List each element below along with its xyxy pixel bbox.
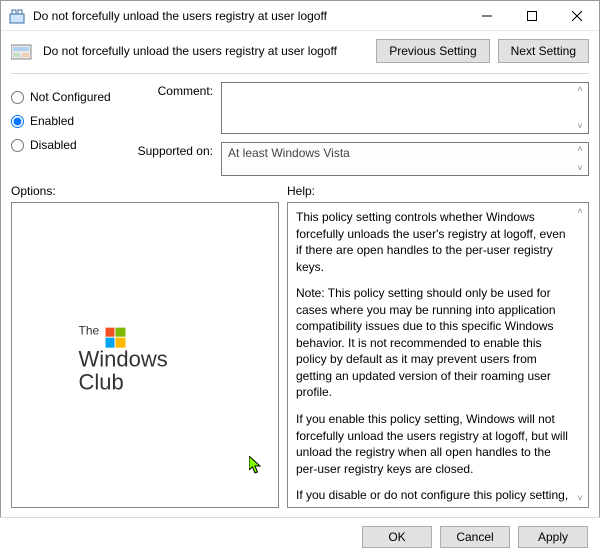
- radio-disabled-label: Disabled: [30, 138, 77, 152]
- help-box: This policy setting controls whether Win…: [287, 202, 589, 508]
- watermark-logo: The Windows Club: [79, 317, 212, 394]
- apply-button[interactable]: Apply: [518, 526, 588, 548]
- comment-scroll[interactable]: ˄˅: [574, 85, 586, 131]
- supported-scroll[interactable]: ˄˅: [574, 145, 586, 173]
- header-row: Do not forcefully unload the users regis…: [1, 31, 599, 73]
- window-title: Do not forcefully unload the users regis…: [33, 9, 464, 23]
- cursor-icon: [249, 456, 263, 479]
- logo-line2: Windows Club: [79, 347, 212, 393]
- next-setting-button[interactable]: Next Setting: [498, 39, 589, 63]
- options-box: The Windows Club: [11, 202, 279, 508]
- radio-enabled-input[interactable]: [11, 115, 24, 128]
- help-p3: If you enable this policy setting, Windo…: [296, 411, 570, 477]
- chevron-up-icon: ˄: [574, 85, 586, 94]
- radio-enabled[interactable]: Enabled: [11, 114, 133, 128]
- supported-value: At least Windows Vista: [228, 146, 350, 160]
- radio-not-configured-input[interactable]: [11, 91, 24, 104]
- help-text: This policy setting controls whether Win…: [288, 203, 588, 508]
- config-form: Not Configured Enabled Disabled Comment:…: [1, 82, 599, 182]
- radio-not-configured-label: Not Configured: [30, 90, 111, 104]
- comment-input[interactable]: ˄˅: [221, 82, 589, 134]
- chevron-up-icon: ˄: [574, 145, 586, 154]
- state-radios: Not Configured Enabled Disabled: [11, 82, 133, 176]
- previous-setting-button[interactable]: Previous Setting: [376, 39, 489, 63]
- maximize-button[interactable]: [509, 1, 554, 31]
- supported-box: At least Windows Vista ˄˅: [221, 142, 589, 176]
- help-label: Help:: [287, 182, 589, 202]
- ok-button[interactable]: OK: [362, 526, 432, 548]
- help-p2: Note: This policy setting should only be…: [296, 285, 570, 401]
- options-label: Options:: [11, 182, 279, 202]
- radio-disabled-input[interactable]: [11, 139, 24, 152]
- divider: [11, 73, 589, 74]
- window-controls: [464, 1, 599, 31]
- logo-line1: The: [79, 324, 100, 338]
- radio-not-configured[interactable]: Not Configured: [11, 90, 133, 104]
- minimize-button[interactable]: [464, 1, 509, 31]
- policy-icon: [11, 41, 35, 61]
- supported-label: Supported on:: [133, 142, 213, 158]
- help-scroll[interactable]: ˄˅: [574, 207, 586, 503]
- radio-enabled-label: Enabled: [30, 114, 74, 128]
- help-p1: This policy setting controls whether Win…: [296, 209, 570, 275]
- chevron-up-icon: ˄: [574, 207, 586, 216]
- policy-title: Do not forcefully unload the users regis…: [43, 44, 376, 58]
- chevron-down-icon: ˅: [574, 164, 586, 173]
- logo-squares-icon: [105, 327, 125, 347]
- help-p4: If you disable or do not configure this …: [296, 487, 570, 508]
- close-button[interactable]: [554, 1, 599, 31]
- radio-disabled[interactable]: Disabled: [11, 138, 133, 152]
- cancel-button[interactable]: Cancel: [440, 526, 510, 548]
- comment-label: Comment:: [133, 82, 213, 98]
- dialog-buttons: OK Cancel Apply: [0, 517, 600, 556]
- app-icon: [9, 8, 25, 24]
- titlebar: Do not forcefully unload the users regis…: [1, 1, 599, 31]
- chevron-down-icon: ˅: [574, 494, 586, 503]
- chevron-down-icon: ˅: [574, 122, 586, 131]
